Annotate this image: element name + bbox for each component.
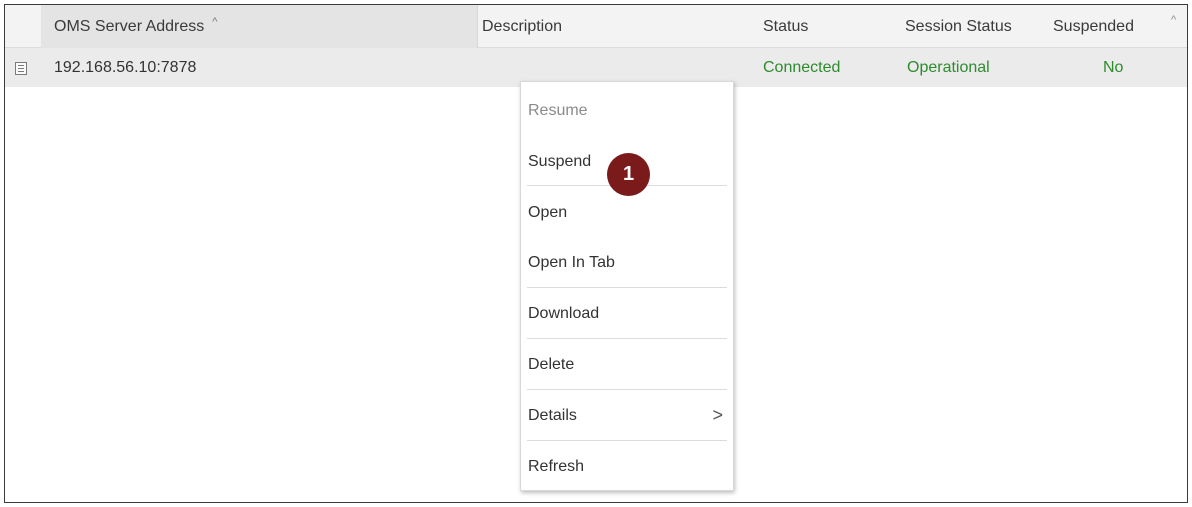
chevron-right-icon: > — [712, 405, 723, 425]
servers-panel: OMS Server Address ^ Description Status S… — [4, 4, 1188, 503]
column-header-status[interactable]: Status — [763, 5, 808, 48]
menu-item-details-label: Details — [528, 407, 577, 424]
step-callout-badge: 1 — [607, 153, 650, 196]
sort-ascending-icon: ^ — [212, 16, 218, 28]
collapse-caret-icon[interactable]: ^ — [1171, 5, 1176, 35]
cell-suspended: No — [1103, 59, 1124, 76]
menu-item-details[interactable]: Details > — [521, 390, 733, 441]
menu-item-download[interactable]: Download — [521, 288, 733, 339]
context-menu: Resume Suspend Open Open In Tab Download… — [520, 81, 734, 491]
cell-address: 192.168.56.10:7878 — [54, 59, 197, 76]
column-header-session-status[interactable]: Session Status — [905, 5, 1012, 48]
cell-session-status: Operational — [907, 59, 990, 76]
menu-item-open-in-tab[interactable]: Open In Tab — [521, 237, 733, 288]
list-detail-icon[interactable] — [15, 62, 27, 75]
menu-item-refresh[interactable]: Refresh — [521, 441, 733, 492]
column-header-description[interactable]: Description — [478, 5, 562, 48]
column-header-address[interactable]: OMS Server Address ^ — [41, 5, 478, 48]
grid-header: OMS Server Address ^ Description Status S… — [5, 5, 1187, 48]
menu-item-delete[interactable]: Delete — [521, 339, 733, 390]
menu-item-resume[interactable]: Resume — [521, 85, 733, 136]
cell-status: Connected — [763, 59, 841, 76]
column-header-address-label: OMS Server Address — [54, 18, 205, 35]
column-header-suspended[interactable]: Suspended — [1053, 5, 1134, 48]
